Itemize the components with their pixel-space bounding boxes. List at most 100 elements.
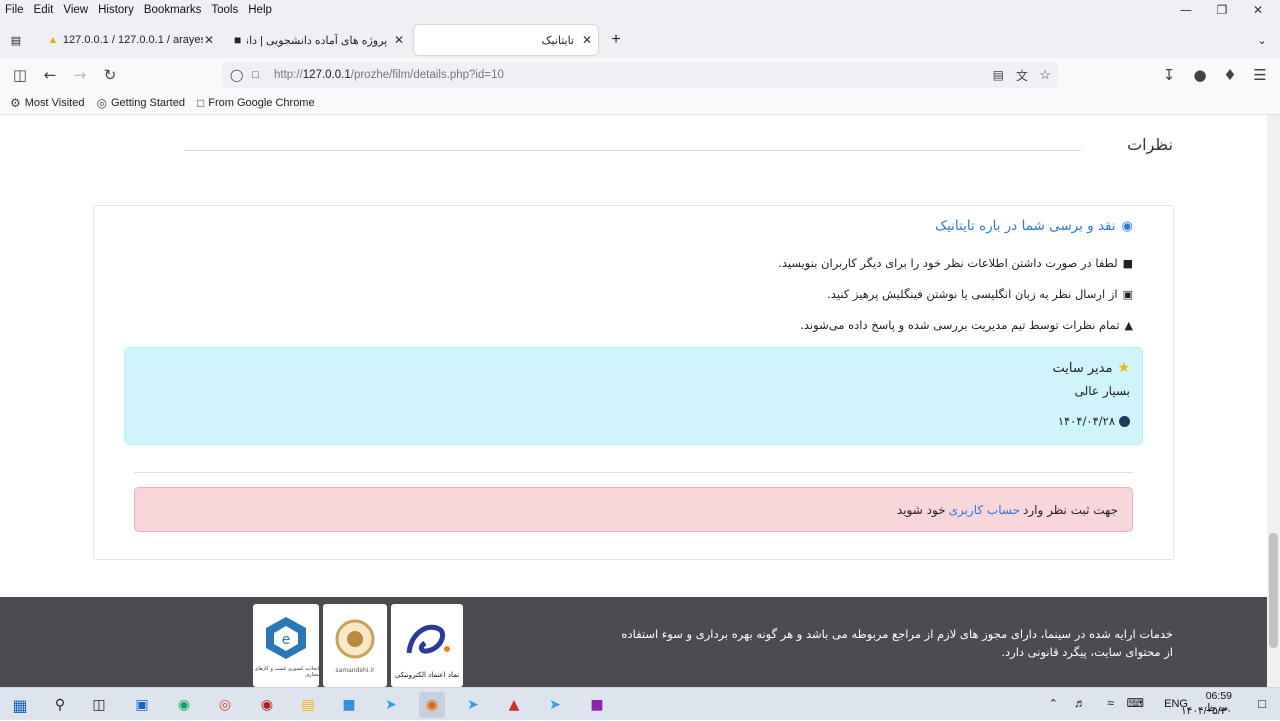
tab-strip: ▤ ▲ 127.0.0.1 / 127.0.0.1 / arayeshi | ✕…: [0, 20, 1280, 58]
close-tab-icon[interactable]: ✕: [204, 33, 214, 47]
comment-date-text: ۱۴۰۴/۰۴/۲۸: [1057, 414, 1115, 428]
enamad-badge[interactable]: نماد اعتماد الکترونیکی: [391, 604, 463, 687]
tab-phpmyadmin[interactable]: ▲ 127.0.0.1 / 127.0.0.1 / arayeshi | ✕: [40, 25, 220, 55]
comment-date: ۱۴۰۴/۰۴/۲۸: [1058, 414, 1130, 428]
phpmyadmin-icon: ▲: [48, 34, 58, 46]
minimize-icon[interactable]: —: [1166, 0, 1206, 20]
app-red-icon[interactable]: ◉: [254, 692, 280, 718]
extensions-icon[interactable]: ♦: [1219, 64, 1241, 86]
rule-text: از ارسال نظر به زبان انگلیسی یا نوشتن فی…: [827, 287, 1118, 301]
comment-text: بسیار عالی: [1074, 384, 1130, 398]
nav-bar: ◫ ← → ↻ ◯ □ http://127.0.0.1/prozhe/film…: [0, 58, 1280, 92]
etehadie-badge[interactable]: e اتحادیه کشوری کسب و کارهای مجازی: [253, 604, 319, 687]
chrome-icon[interactable]: ◎: [212, 692, 238, 718]
close-window-icon[interactable]: ✕: [1238, 0, 1278, 20]
menu-history[interactable]: History: [93, 4, 139, 16]
downloads-icon[interactable]: ↧: [1158, 64, 1180, 86]
tab-projects[interactable]: ■ پروژه های آماده دانشجویی | دانل ✕: [226, 25, 410, 55]
page-content: نظرات ◉ نقد و برسی شما در باره تایتانیک …: [0, 115, 1267, 687]
site-footer: خدمات ارایه شده در سینما، دارای مجوز های…: [0, 597, 1267, 687]
rule-item: ■ لطفا در صورت داشتن اطلاعات نظر خود را …: [778, 256, 1133, 270]
menu-hamburger-icon[interactable]: ☰: [1249, 64, 1271, 86]
bookmark-label: Most Visited: [24, 97, 85, 109]
page-info-icon[interactable]: □: [252, 69, 259, 81]
comment-author-name: مدیر سایت: [1052, 360, 1113, 376]
tab-list-icon[interactable]: ▤: [4, 25, 28, 55]
telegram-icon[interactable]: ➤: [542, 692, 568, 718]
wifi-icon[interactable]: ≈: [1107, 696, 1114, 710]
sidebar-icon[interactable]: ◫: [9, 64, 31, 86]
card-heading: ◉ نقد و برسی شما در باره تایتانیک: [935, 218, 1133, 234]
edge-icon[interactable]: ◉: [171, 692, 197, 718]
back-icon[interactable]: ←: [39, 64, 61, 86]
firefox-icon[interactable]: ◉: [419, 692, 445, 718]
menu-view[interactable]: View: [58, 4, 93, 16]
url-path: /prozhe/film/details.php?id=10: [350, 69, 504, 81]
bookmark-getting-started[interactable]: ◎ Getting Started: [96, 96, 184, 110]
page-scrollbar[interactable]: [1267, 115, 1280, 687]
file-explorer-icon[interactable]: ▤: [295, 692, 321, 718]
folder-icon: □: [196, 96, 205, 110]
rule-item: ▣ از ارسال نظر به زبان انگلیسی یا نوشتن …: [827, 287, 1133, 301]
samandehi-logo: [335, 619, 375, 659]
rule-text: تمام نظرات توسط تیم مدیریت بررسی شده و پ…: [800, 318, 1120, 332]
translate-icon[interactable]: 文: [1016, 67, 1028, 84]
reload-icon[interactable]: ↻: [99, 64, 121, 86]
menu-bookmarks[interactable]: Bookmarks: [139, 4, 207, 16]
acrobat-icon[interactable]: ▲: [501, 692, 527, 718]
menu-tools[interactable]: Tools: [206, 4, 243, 16]
store-icon[interactable]: ▣: [129, 692, 155, 718]
bookmark-label: Getting Started: [110, 97, 185, 109]
samandehi-badge[interactable]: samandehi.ir: [323, 604, 387, 687]
keyboard-icon[interactable]: ⌨: [1127, 696, 1144, 710]
shield-icon[interactable]: ◯: [230, 68, 243, 82]
account-link[interactable]: حساب کاربری: [949, 503, 1020, 517]
telegram-icon[interactable]: ➤: [378, 692, 404, 718]
account-icon[interactable]: ●: [1189, 64, 1211, 86]
tab-titanic[interactable]: تایتانیک ✕: [414, 25, 598, 55]
svg-text:e: e: [282, 632, 291, 648]
task-view-icon[interactable]: ◫: [86, 692, 112, 718]
bookmark-star-icon[interactable]: ☆: [1039, 67, 1051, 83]
windows-start-icon[interactable]: ▦: [7, 692, 33, 718]
new-tab-icon[interactable]: +: [604, 25, 628, 55]
rule-text: لطفا در صورت داشتن اطلاعات نظر خود را بر…: [778, 256, 1118, 270]
restore-icon[interactable]: ❐: [1202, 0, 1242, 20]
close-tab-icon[interactable]: ✕: [582, 33, 592, 47]
reader-view-icon[interactable]: ▤: [993, 68, 1004, 82]
notepad-icon[interactable]: ■: [336, 692, 362, 718]
notification-icon[interactable]: □: [1258, 696, 1266, 711]
taskbar: ▦ ⚲ ◫ ▣ ◉ ◎ ◉ ▤ ■ ➤ ◉ ➤ ▲ ➤ ■ ⌃ ♬ ≈ ⌨ EN…: [0, 687, 1280, 720]
chevron-up-icon[interactable]: ⌃: [1049, 697, 1058, 710]
bookmark-folder-chrome[interactable]: □ From Google Chrome: [197, 96, 315, 110]
comments-icon: ◉: [1121, 218, 1133, 234]
search-icon[interactable]: ⚲: [47, 692, 73, 718]
login-alert-text: خود شوید: [896, 502, 946, 517]
login-alert-text: جهت ثبت نظر وارد: [1023, 502, 1118, 517]
bookmark-label: From Google Chrome: [208, 97, 315, 109]
graduation-cap-icon: ■: [234, 33, 242, 47]
book-icon: ■: [1122, 256, 1133, 270]
speaker-icon[interactable]: ♬: [1074, 696, 1086, 710]
menu-help[interactable]: Help: [243, 4, 277, 16]
close-tab-icon[interactable]: ✕: [394, 33, 404, 47]
menu-edit[interactable]: Edit: [29, 4, 59, 16]
phpstorm-icon[interactable]: ■: [584, 692, 610, 718]
bookmark-most-visited[interactable]: ⚙ Most Visited: [10, 96, 84, 110]
clock-date[interactable]: ۱۴۰۴/۰۵/۳۰: [1181, 705, 1232, 717]
gear-icon: ⚙: [10, 96, 21, 110]
menu-file[interactable]: File: [0, 4, 29, 16]
menu-bar: File Edit View History Bookmarks Tools H…: [0, 0, 1280, 20]
tab-label: پروژه های آماده دانشجویی | دانل: [247, 34, 388, 47]
scrollbar-thumb[interactable]: [1269, 533, 1278, 648]
list-all-tabs-icon[interactable]: ⌄: [1250, 25, 1274, 55]
tab-label: 127.0.0.1 / 127.0.0.1 / arayeshi |: [62, 34, 203, 46]
telegram-icon[interactable]: ➤: [460, 692, 486, 718]
forward-icon[interactable]: →: [69, 64, 91, 86]
comment-item: ★ مدیر سایت بسیار عالی ۱۴۰۴/۰۴/۲۸: [124, 347, 1143, 445]
clock-icon: [1119, 415, 1130, 427]
badge-caption: نماد اعتماد الکترونیکی: [394, 670, 460, 679]
tab-label: تایتانیک: [541, 34, 574, 47]
url-bar[interactable]: ◯ □ http://127.0.0.1/prozhe/film/details…: [222, 62, 1058, 88]
url-prefix: http://: [274, 69, 303, 81]
